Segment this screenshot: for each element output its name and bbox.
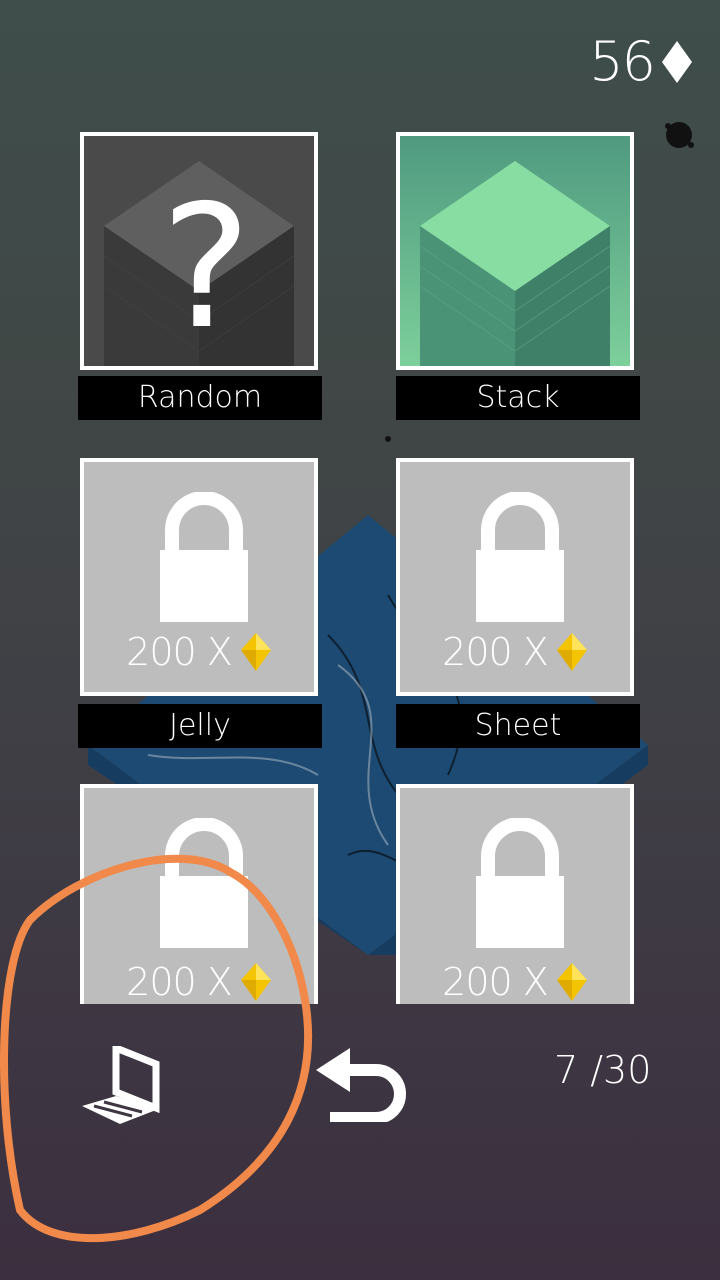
tile-locked-6[interactable]: 200 X	[396, 784, 634, 1004]
gem-count-value: 56	[589, 30, 656, 93]
stack-cube-icon	[419, 161, 611, 366]
gem-counter: 56	[589, 30, 694, 93]
price-text: 200 X	[126, 960, 233, 1004]
tile-random[interactable]: ?	[80, 132, 318, 370]
lock-icon	[160, 818, 248, 948]
gem-icon	[240, 963, 271, 1001]
tile-label-sheet: Sheet	[396, 704, 640, 748]
lock-icon	[476, 492, 564, 622]
ink-dot-decoration	[385, 436, 391, 442]
unlock-price: 200 X	[84, 630, 314, 674]
price-text: 200 X	[442, 960, 549, 1004]
diamond-icon	[662, 40, 692, 83]
unlock-price: 200 X	[400, 960, 630, 1004]
tile-jelly-locked[interactable]: 200 X	[80, 458, 318, 696]
price-text: 200 X	[126, 630, 233, 674]
tile-label-random: Random	[78, 376, 322, 420]
unlock-price: 200 X	[84, 960, 314, 1004]
tile-label-stack: Stack	[396, 376, 640, 420]
tile-stack[interactable]	[396, 132, 634, 370]
lock-icon	[476, 818, 564, 948]
gem-icon	[240, 633, 271, 671]
svg-text:?: ?	[161, 169, 251, 367]
unlock-price: 200 X	[400, 630, 630, 674]
gem-icon	[556, 963, 587, 1001]
lock-icon	[160, 492, 248, 622]
back-arrow-button[interactable]	[314, 1046, 410, 1122]
gem-icon	[556, 633, 587, 671]
page-indicator: 7 /30	[554, 1048, 652, 1092]
random-cube-question-icon: ?	[103, 161, 295, 367]
ink-blot-decoration	[665, 122, 694, 148]
tile-locked-5[interactable]: 200 X	[80, 784, 318, 1004]
tile-sheet-locked[interactable]: 200 X	[396, 458, 634, 696]
laptop-icon-button[interactable]	[80, 1046, 160, 1130]
tile-label-jelly: Jelly	[78, 704, 322, 748]
price-text: 200 X	[442, 630, 549, 674]
